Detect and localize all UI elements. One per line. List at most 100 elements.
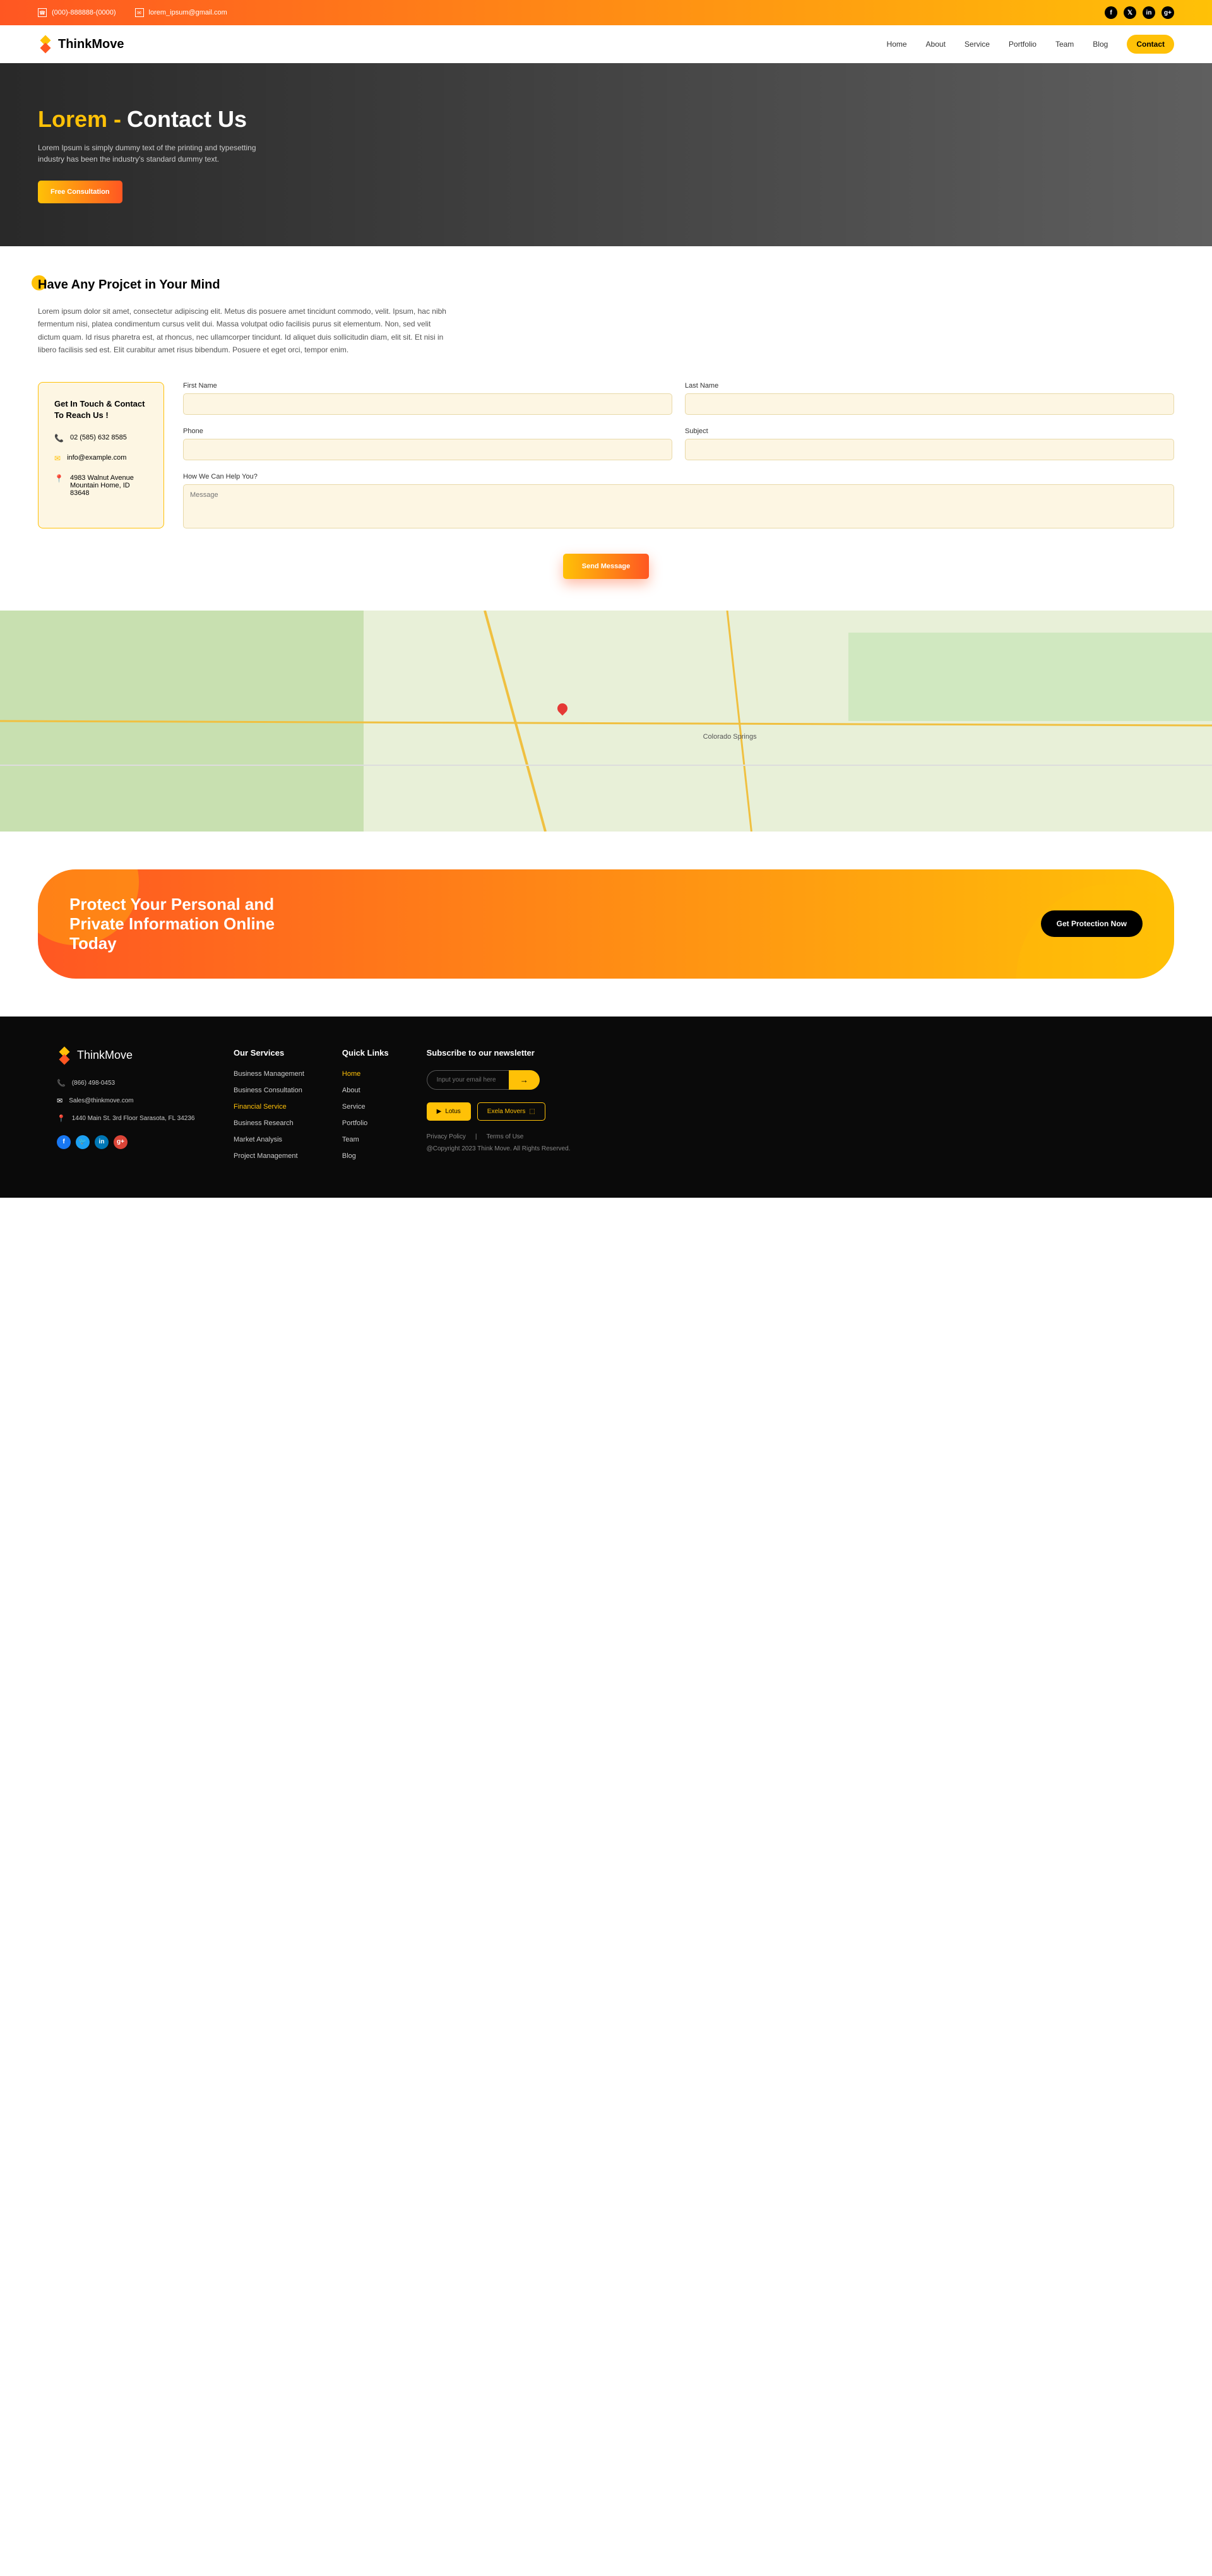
hero-title: Lorem - Contact Us: [38, 106, 1174, 133]
logo[interactable]: ThinkMove: [38, 37, 124, 52]
contact-email-text: info@example.com: [67, 454, 126, 462]
copyright: @Copyright 2023 Think Move. All Rights R…: [427, 1145, 1155, 1152]
cta-banner: Protect Your Personal and Private Inform…: [38, 869, 1174, 979]
message-textarea[interactable]: [183, 484, 1174, 528]
phone-icon: ☎: [38, 8, 47, 17]
message-group: How We Can Help You?: [183, 473, 1174, 528]
newsletter-input[interactable]: [427, 1070, 509, 1090]
separator: |: [475, 1133, 477, 1140]
contact-card-heading: Get In Touch & Contact To Reach Us !: [54, 398, 148, 421]
quick-link[interactable]: Blog: [342, 1152, 389, 1160]
nav-menu: Home About Service Portfolio Team Blog C…: [887, 35, 1174, 54]
nav-team[interactable]: Team: [1055, 40, 1074, 49]
logo-icon: [57, 1048, 72, 1063]
brand-text: ThinkMove: [58, 37, 124, 52]
nav-contact[interactable]: Contact: [1127, 35, 1174, 54]
play-icon: ▶: [437, 1108, 442, 1115]
phone-group: Phone: [183, 427, 672, 460]
app-buttons: ▶ Lotus Exela Movers ⬚: [427, 1102, 1155, 1121]
quick-link[interactable]: Home: [342, 1070, 389, 1078]
phone-text: (000)-888888-(0000): [52, 9, 116, 16]
social-icons: f 𝕏 in g+: [1105, 6, 1174, 19]
service-link[interactable]: Project Management: [234, 1152, 304, 1160]
quick-link[interactable]: Team: [342, 1136, 389, 1143]
contact-address-text: 4983 Walnut Avenue Mountain Home, ID 836…: [70, 474, 148, 497]
footer-address-text: 1440 Main St. 3rd Floor Sarasota, FL 342…: [72, 1115, 195, 1122]
quick-heading: Quick Links: [342, 1048, 389, 1058]
quick-link[interactable]: About: [342, 1087, 389, 1094]
phone-input[interactable]: [183, 439, 672, 460]
footer: ThinkMove 📞 (866) 498-0453 ✉ Sales@think…: [0, 1017, 1212, 1198]
terms-link[interactable]: Terms of Use: [486, 1133, 523, 1140]
exela-button[interactable]: Exela Movers ⬚: [477, 1102, 545, 1121]
service-link[interactable]: Business Consultation: [234, 1087, 304, 1094]
googleplus-icon[interactable]: g+: [114, 1135, 128, 1149]
service-link[interactable]: Business Research: [234, 1119, 304, 1127]
privacy-link[interactable]: Privacy Policy: [427, 1133, 466, 1140]
footer-email: ✉ Sales@thinkmove.com: [57, 1097, 196, 1105]
section-title: Have Any Projcet in Your Mind: [38, 278, 220, 292]
devices-icon: ⬚: [529, 1108, 535, 1115]
subject-input[interactable]: [685, 439, 1174, 460]
contact-section: Have Any Projcet in Your Mind Lorem ipsu…: [0, 246, 1212, 611]
nav-service[interactable]: Service: [965, 40, 990, 49]
googleplus-icon[interactable]: g+: [1162, 6, 1174, 19]
footer-newsletter-col: Subscribe to our newsletter → ▶ Lotus Ex…: [427, 1048, 1155, 1160]
navbar: ThinkMove Home About Service Portfolio T…: [0, 25, 1212, 63]
contact-phone-text: 02 (585) 632 8585: [70, 434, 127, 441]
contact-address: 📍 4983 Walnut Avenue Mountain Home, ID 8…: [54, 474, 148, 497]
nav-about[interactable]: About: [926, 40, 946, 49]
hero-desc: Lorem Ipsum is simply dummy text of the …: [38, 142, 259, 165]
location-icon: 📍: [57, 1114, 66, 1123]
footer-services-col: Our Services Business Management Busines…: [234, 1048, 304, 1160]
facebook-icon[interactable]: f: [57, 1135, 71, 1149]
quick-link[interactable]: Service: [342, 1103, 389, 1111]
footer-address: 📍 1440 Main St. 3rd Floor Sarasota, FL 3…: [57, 1114, 196, 1123]
contact-card: Get In Touch & Contact To Reach Us ! 📞 0…: [38, 382, 164, 528]
services-links: Business Management Business Consultatio…: [234, 1070, 304, 1160]
footer-logo[interactable]: ThinkMove: [57, 1048, 196, 1063]
send-message-button[interactable]: Send Message: [563, 554, 649, 579]
map-svg: Colorado Springs: [0, 611, 1212, 832]
service-link[interactable]: Business Management: [234, 1070, 304, 1078]
newsletter-submit-button[interactable]: →: [509, 1070, 540, 1090]
topbar-email: ✉ lorem_ipsum@gmail.com: [135, 8, 227, 17]
footer-phone: 📞 (866) 498-0453: [57, 1079, 196, 1087]
contact-email: ✉ info@example.com: [54, 454, 148, 463]
first-name-group: First Name: [183, 382, 672, 415]
logo-icon: [38, 37, 53, 52]
lotus-button[interactable]: ▶ Lotus: [427, 1102, 471, 1121]
quick-link[interactable]: Portfolio: [342, 1119, 389, 1127]
nav-blog[interactable]: Blog: [1093, 40, 1108, 49]
subject-label: Subject: [685, 427, 1174, 435]
footer-socials: f 🐦 in g+: [57, 1135, 196, 1149]
phone-icon: 📞: [57, 1079, 66, 1087]
facebook-icon[interactable]: f: [1105, 6, 1117, 19]
service-link[interactable]: Financial Service: [234, 1103, 304, 1111]
quick-links: Home About Service Portfolio Team Blog: [342, 1070, 389, 1160]
twitter-icon[interactable]: 𝕏: [1124, 6, 1136, 19]
last-name-input[interactable]: [685, 393, 1174, 415]
mail-icon: ✉: [135, 8, 144, 17]
map[interactable]: Colorado Springs: [0, 611, 1212, 832]
send-wrap: Send Message: [38, 554, 1174, 579]
linkedin-icon[interactable]: in: [95, 1135, 109, 1149]
topbar-left: ☎ (000)-888888-(0000) ✉ lorem_ipsum@gmai…: [38, 8, 227, 17]
twitter-icon[interactable]: 🐦: [76, 1135, 90, 1149]
linkedin-icon[interactable]: in: [1143, 6, 1155, 19]
mail-icon: ✉: [54, 454, 61, 463]
hero-title-orange: Lorem -: [38, 106, 121, 132]
service-link[interactable]: Market Analysis: [234, 1136, 304, 1143]
last-name-group: Last Name: [685, 382, 1174, 415]
free-consultation-button[interactable]: Free Consultation: [38, 181, 122, 203]
first-name-input[interactable]: [183, 393, 672, 415]
nav-home[interactable]: Home: [887, 40, 907, 49]
nav-portfolio[interactable]: Portfolio: [1009, 40, 1037, 49]
footer-phone-text: (866) 498-0453: [72, 1080, 115, 1087]
topbar: ☎ (000)-888888-(0000) ✉ lorem_ipsum@gmai…: [0, 0, 1212, 25]
exela-text: Exela Movers: [487, 1108, 526, 1115]
first-name-label: First Name: [183, 382, 672, 390]
svg-text:Colorado Springs: Colorado Springs: [703, 733, 757, 741]
footer-brand-text: ThinkMove: [77, 1049, 133, 1062]
get-protection-button[interactable]: Get Protection Now: [1041, 910, 1143, 937]
